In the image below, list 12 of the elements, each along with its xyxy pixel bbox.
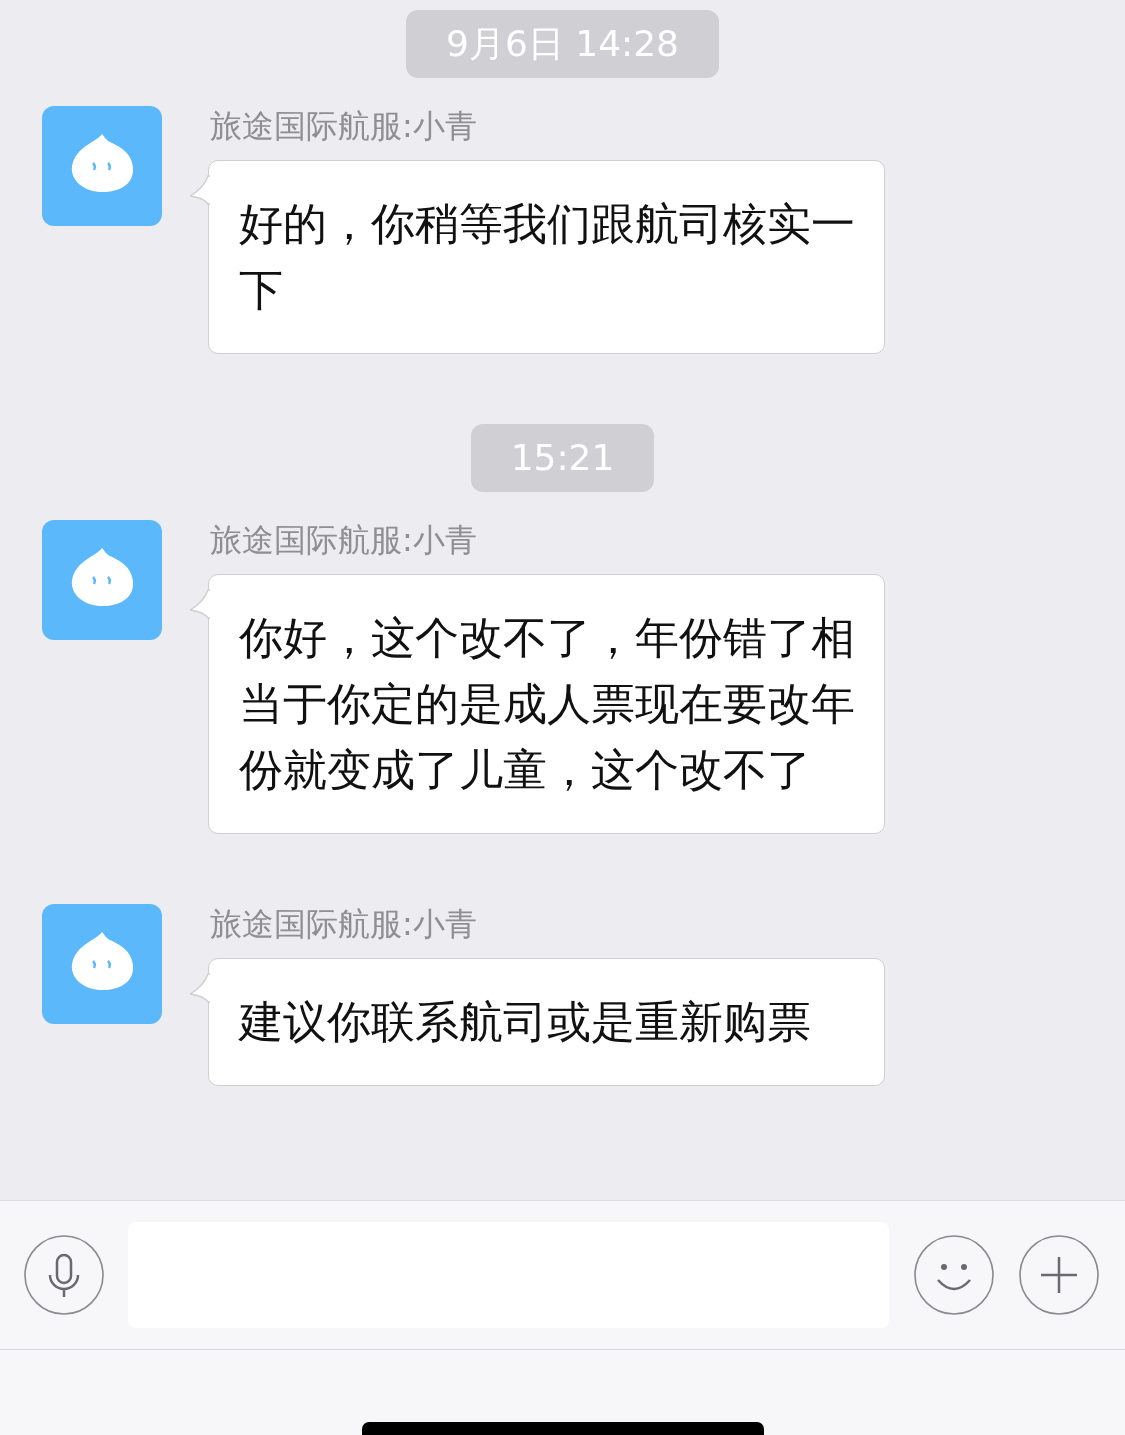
sender-name: 旅途国际航服:小青 — [209, 904, 478, 944]
avatar-icon — [42, 106, 162, 226]
avatar-icon — [42, 520, 162, 640]
message-bubble: 建议你联系航司或是重新购票 — [208, 958, 885, 1086]
plus-icon[interactable] — [1019, 1235, 1099, 1315]
smiley-icon[interactable] — [914, 1235, 994, 1315]
message-bubble: 你好，这个改不了，年份错了相当于你定的是成人票现在要改年份就变成了儿童，这个改不了 — [208, 574, 885, 834]
avatar-icon — [42, 904, 162, 1024]
microphone-icon[interactable] — [24, 1235, 104, 1315]
sender-name: 旅途国际航服:小青 — [209, 520, 478, 560]
sender-name: 旅途国际航服:小青 — [209, 106, 478, 146]
message-bubble: 好的，你稍等我们跟航司核实一下 — [208, 160, 885, 354]
